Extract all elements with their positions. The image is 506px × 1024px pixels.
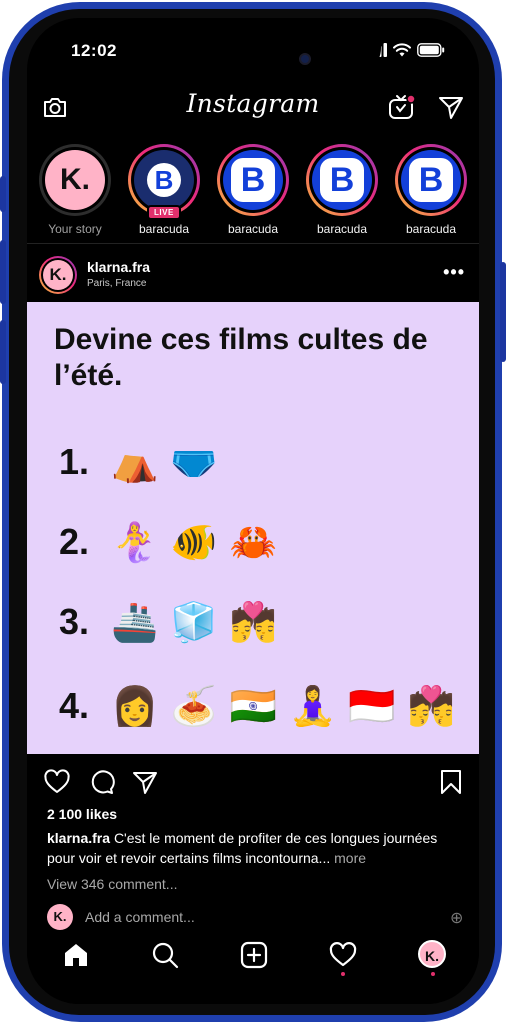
battery-icon: [417, 43, 445, 57]
comment-icon[interactable]: [87, 768, 115, 796]
post-username[interactable]: klarna.fra: [87, 259, 150, 275]
emoji-crab: 🦀: [229, 520, 277, 564]
emoji-ship: 🚢: [111, 600, 159, 644]
front-camera: [299, 53, 311, 65]
avatar: B: [312, 150, 372, 210]
emoji-briefs: 🩲: [170, 440, 218, 484]
post-caption: klarna.fra C'est le moment de profiter d…: [47, 828, 467, 868]
likes-count[interactable]: 2 100 likes: [47, 806, 117, 822]
phone-screen: 12:02 Instagram K. Your story B LIVE bar…: [27, 18, 479, 1004]
post-actions: [27, 762, 479, 802]
quiz-number: 4.: [59, 685, 90, 726]
story-name: baracuda: [405, 222, 457, 236]
story-item[interactable]: B baracuda: [391, 144, 471, 236]
live-badge: LIVE: [147, 205, 181, 220]
avatar: K.: [43, 260, 73, 290]
comment-avatar: K.: [47, 904, 73, 930]
heart-icon[interactable]: [43, 768, 71, 796]
quiz-item: 4. 👩 🍝 🇮🇳 🧘‍♀️ 🇮🇩 💏: [59, 684, 467, 728]
caption-more-link[interactable]: more: [334, 850, 366, 866]
stories-tray: K. Your story B LIVE baracuda B baracuda…: [27, 144, 479, 244]
side-button-volume-up: [0, 240, 6, 304]
add-comment-row: K. Add a comment... 😜 😂 ⊕: [27, 902, 479, 932]
emoji-kiss: 💏: [229, 600, 277, 644]
story-name: baracuda: [227, 222, 279, 236]
direct-message-icon[interactable]: [437, 93, 465, 121]
avatar: B: [223, 150, 283, 210]
emoji-meditation: 🧘‍♀️: [288, 684, 337, 728]
avatar: B: [134, 150, 194, 210]
new-post-icon[interactable]: [239, 940, 269, 970]
wifi-icon: [393, 43, 411, 57]
activity-heart-icon[interactable]: [328, 940, 358, 970]
story-item[interactable]: B LIVE baracuda: [124, 144, 204, 236]
bottom-nav: K.: [27, 930, 479, 1004]
emoji-woman: 👩: [111, 684, 159, 728]
caption-username[interactable]: klarna.fra: [47, 830, 110, 846]
avatar: B: [401, 150, 461, 210]
story-ring: B: [395, 144, 467, 216]
emoji-tent: ⛺: [111, 440, 159, 484]
emoji-flag-indonesia: 🇮🇩: [348, 684, 396, 728]
side-button-mute: [0, 176, 6, 212]
more-options-icon[interactable]: •••: [443, 262, 465, 283]
bookmark-icon[interactable]: [437, 768, 465, 796]
post-avatar[interactable]: K.: [39, 256, 77, 294]
side-button-volume-down: [0, 320, 6, 384]
profile-avatar-icon[interactable]: K.: [418, 940, 448, 970]
quiz-number: 1.: [59, 441, 90, 482]
notch: [127, 18, 381, 76]
post-image[interactable]: Devine ces films cultes de l’été. 1. ⛺ 🩲…: [27, 302, 479, 754]
post-image-title: Devine ces films cultes de l’été.: [54, 323, 428, 392]
view-comments-link[interactable]: View 346 comment...: [47, 876, 177, 892]
quiz-item: 3. 🚢 🧊 💏: [59, 600, 289, 644]
activity-notification-dot: [341, 972, 345, 976]
profile-notification-dot: [431, 972, 435, 976]
add-emoji-icon[interactable]: ⊕: [450, 908, 463, 928]
emoji-fish: 🐠: [170, 520, 218, 564]
quiz-number: 2.: [59, 521, 90, 562]
story-ring: K.: [39, 144, 111, 216]
avatar: K.: [418, 940, 446, 968]
story-item[interactable]: B baracuda: [213, 144, 293, 236]
story-name: baracuda: [138, 222, 190, 236]
story-item[interactable]: B baracuda: [302, 144, 382, 236]
search-icon[interactable]: [150, 940, 180, 970]
post-location[interactable]: Paris, France: [87, 278, 146, 289]
quick-emoji-laughing[interactable]: 😂: [416, 908, 435, 928]
home-icon[interactable]: [61, 940, 91, 970]
quiz-item: 2. 🧜‍♀️ 🐠 🦀: [59, 520, 289, 564]
quick-emoji-winking[interactable]: 😜: [384, 908, 401, 928]
emoji-kiss: 💏: [407, 684, 455, 728]
post-header: K. klarna.fra Paris, France •••: [27, 246, 479, 302]
story-ring: B: [217, 144, 289, 216]
avatar: K.: [45, 150, 105, 210]
ig-header: Instagram: [27, 83, 479, 131]
side-button-power: [500, 262, 506, 362]
status-time: 12:02: [71, 41, 117, 60]
story-your-story[interactable]: K. Your story: [35, 144, 115, 236]
share-icon[interactable]: [131, 768, 159, 796]
emoji-spaghetti: 🍝: [170, 684, 218, 728]
emoji-ice: 🧊: [170, 600, 218, 644]
story-name: baracuda: [316, 222, 368, 236]
story-ring: B: [306, 144, 378, 216]
quiz-number: 3.: [59, 601, 90, 642]
emoji-flag-india: 🇮🇳: [229, 684, 277, 728]
igtv-icon[interactable]: [387, 93, 415, 121]
quiz-item: 1. ⛺ 🩲: [59, 440, 230, 484]
add-comment-input[interactable]: Add a comment...: [85, 909, 195, 925]
emoji-mermaid: 🧜‍♀️: [111, 520, 159, 564]
story-name: Your story: [48, 222, 102, 236]
